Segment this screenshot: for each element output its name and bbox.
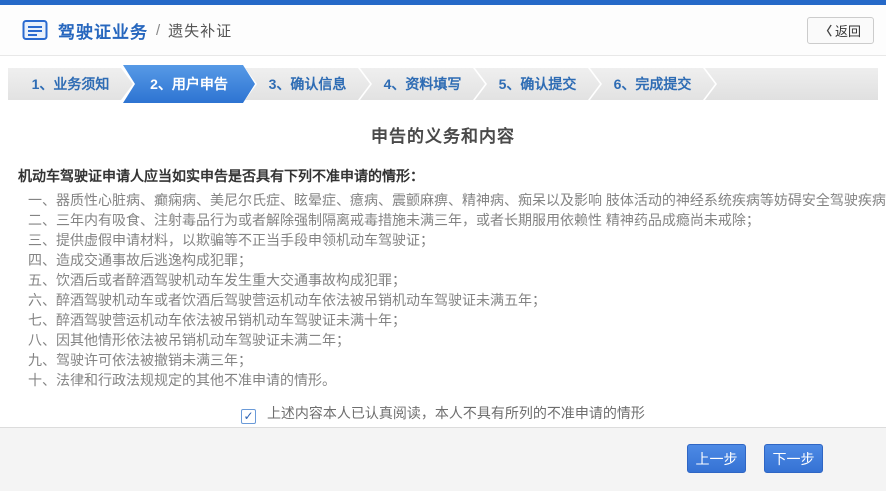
declaration-item-9: 九、驾驶许可依法被撤销未满三年； [28, 352, 252, 368]
agreement-checkbox[interactable]: ✓ [241, 409, 257, 424]
declaration-item-10: 十、法律和行政法规规定的其他不准申请的情形。 [28, 372, 336, 388]
declaration-item-6: 六、醉酒驾驶机动车或者饮酒后驾驶营运机动车依法被吊销机动车驾驶证未满五年； [28, 292, 546, 308]
declaration-item-8: 八、因其他情形依法被吊销机动车驾驶证未满二年； [28, 332, 350, 348]
back-button-label: 返回 [834, 23, 861, 39]
declaration-list: 一、器质性心脏病、癫痫病、美尼尔氏症、眩晕症、癔病、震颤麻痹、精神病、痴呆以及影… [28, 190, 886, 390]
declaration-item-2: 二、三年内有吸食、注射毒品行为或者解除强制隔离戒毒措施未满三年，或者长期服用依赖… [28, 212, 760, 228]
footer: 上一步 下一步 [0, 427, 886, 491]
content-title: 申告的义务和内容 [371, 127, 515, 146]
declaration-item-1: 一、器质性心脏病、癫痫病、美尼尔氏症、眩晕症、癔病、震颤麻痹、精神病、痴呆以及影… [28, 192, 886, 208]
breadcrumb-separator: / [156, 21, 161, 39]
declaration-item-7: 七、醉酒驾驶营运机动车依法被吊销机动车驾驶证未满十年； [28, 312, 406, 328]
declaration-item-3: 三、提供虚假申请材料，以欺骗等不正当手段申领机动车驾驶证； [28, 232, 434, 248]
license-card-icon [22, 19, 48, 41]
chevron-left-icon: 〈 [819, 23, 832, 38]
breadcrumb-current: 遗失补证 [168, 22, 233, 40]
page-title: 驾驶证业务 [58, 22, 148, 42]
wizard-step-1[interactable]: 1、业务须知 [8, 68, 133, 100]
agreement-row: ✓ 上述内容本人已认真阅读，本人不具有所列的不准申请的情形 [0, 403, 886, 424]
next-step-button[interactable]: 下一步 [764, 444, 823, 473]
wizard-step-3[interactable]: 3、确认信息 [245, 68, 370, 100]
wizard-step-5[interactable]: 5、确认提交 [475, 68, 600, 100]
wizard-step-6[interactable]: 6、完成提交 [590, 68, 715, 100]
wizard-bar-filler [705, 68, 878, 100]
header: 驾驶证业务 / 遗失补证 〈 返回 [0, 5, 886, 56]
declaration-item-5: 五、饮酒后或者醉酒驾驶机动车发生重大交通事故构成犯罪； [28, 272, 406, 288]
declaration-item-4: 四、造成交通事故后逃逸构成犯罪； [28, 252, 252, 268]
wizard-step-4[interactable]: 4、资料填写 [360, 68, 485, 100]
prev-step-button[interactable]: 上一步 [687, 444, 746, 473]
main-content: 申告的义务和内容 机动车驾驶证申请人应当如实申告是否具有下列不准申请的情形： 一… [0, 122, 886, 424]
back-button[interactable]: 〈 返回 [806, 16, 874, 44]
step-wizard: 1、业务须知 2、用户申告 3、确认信息 4、资料填写 5、确认提交 6、完成提交 [8, 68, 878, 100]
agreement-label[interactable]: 上述内容本人已认真阅读，本人不具有所列的不准申请的情形 [267, 405, 645, 421]
wizard-step-2[interactable]: 2、用户申告 [123, 65, 255, 103]
declaration-intro: 机动车驾驶证申请人应当如实申告是否具有下列不准申请的情形： [18, 168, 424, 184]
